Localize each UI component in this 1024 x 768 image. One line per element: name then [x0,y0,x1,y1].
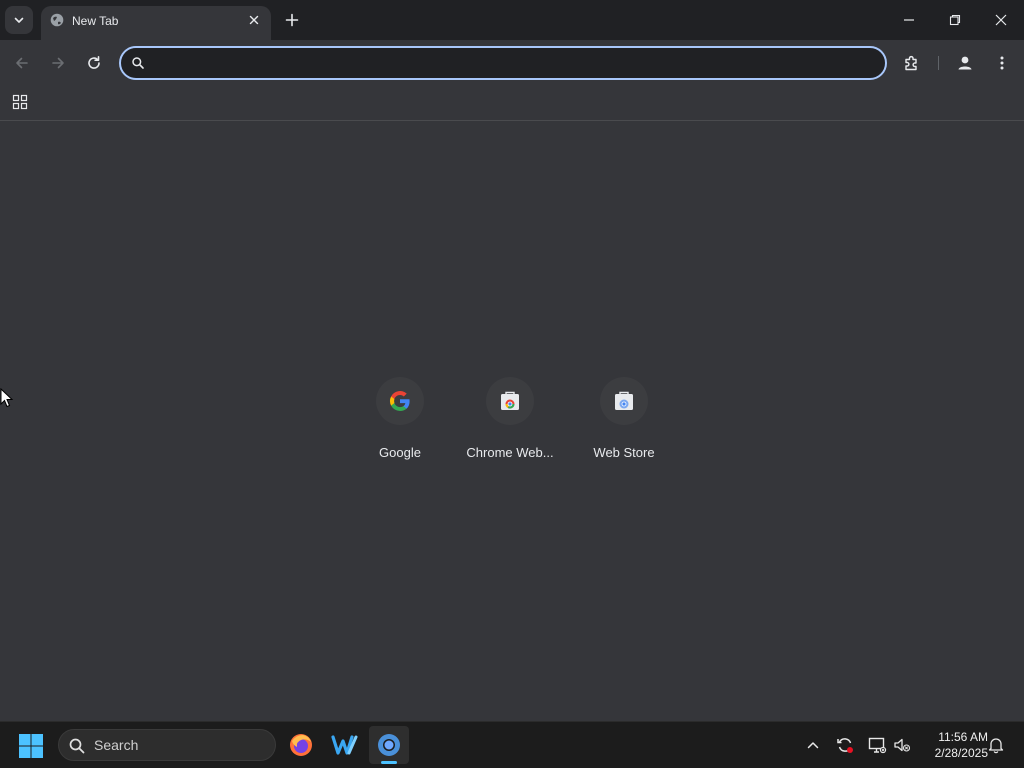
forward-button[interactable] [44,49,72,77]
chrome-icon [378,734,400,756]
bell-icon [988,738,1004,754]
arrow-right-icon [52,57,64,69]
address-input[interactable] [153,52,873,74]
restore-icon [949,14,961,26]
globe-icon [50,13,64,27]
puzzle-icon [905,55,917,71]
taskbar-search-box[interactable]: Search [58,729,276,761]
profile-icon [958,56,972,70]
minimize-icon [904,19,914,21]
menu-button[interactable] [988,49,1016,77]
shortcut-tile [486,377,534,425]
tab-title: New Tab [72,14,119,28]
taskbar-app-w[interactable] [325,726,365,764]
tab-search-button[interactable] [5,6,33,34]
bookmarks-bar [0,86,1024,121]
shortcut-tile [376,377,424,425]
app-w-icon [331,735,358,755]
web-store-icon [615,391,633,410]
tray-sync-icon-button[interactable] [835,735,855,755]
notifications-button[interactable] [986,735,1006,755]
more-vertical-icon [1000,56,1004,70]
clock-date: 2/28/2025 [934,746,988,760]
active-app-indicator [381,761,397,764]
tab-new-tab[interactable]: New Tab [41,6,271,40]
close-icon [995,14,1007,26]
search-icon [69,738,85,754]
shortcut-tile [600,377,648,425]
close-icon [249,15,259,25]
back-button[interactable] [8,49,36,77]
clock-time: 11:56 AM [938,730,988,744]
tab-close-button[interactable] [245,11,263,29]
reload-button[interactable] [80,49,108,77]
shortcut-google[interactable]: Google [344,375,456,465]
tray-overflow-button[interactable] [803,735,823,755]
arrow-left-icon [16,57,28,69]
apps-button[interactable] [8,90,32,114]
restore-button[interactable] [932,0,978,40]
volume-muted-icon [894,738,911,752]
windows-start-icon[interactable] [18,733,44,759]
shortcut-label: Web Store [593,445,655,460]
toolbar-divider [938,56,939,70]
window-close-button[interactable] [978,0,1024,40]
taskbar-search-label: Search [94,737,139,753]
minimize-button[interactable] [886,0,932,40]
sync-icon [837,738,853,753]
address-bar[interactable] [119,46,887,80]
plus-icon [285,13,299,27]
reload-icon [88,56,100,69]
chevron-up-icon [807,742,819,749]
google-icon [390,391,410,412]
search-icon [132,57,144,69]
shortcut-label: Chrome Web... [466,445,554,460]
shortcut-label: Google [379,445,421,460]
taskbar: Search 11:56 AM 2/28/2025 [0,721,1024,768]
taskbar-app-chrome[interactable] [369,726,409,764]
tray-volume-button[interactable] [892,735,912,755]
profile-button[interactable] [951,49,979,77]
apps-grid-icon [12,94,28,110]
mouse-cursor-icon [0,388,14,408]
new-tab-page: Google Chrome Web... Web Store [0,121,1024,721]
chevron-down-icon [14,17,24,23]
title-bar: New Tab [0,0,1024,40]
shortcut-chrome-web-store[interactable]: Chrome Web... [454,375,566,465]
network-icon [868,737,887,754]
shortcut-web-store[interactable]: Web Store [568,375,680,465]
extensions-button[interactable] [898,49,926,77]
taskbar-clock[interactable]: 11:56 AM 2/28/2025 [918,729,988,761]
browser-toolbar [0,40,1024,86]
new-tab-button[interactable] [280,8,304,32]
chrome-web-store-icon [501,391,519,410]
taskbar-app-firefox[interactable] [281,726,321,764]
firefox-icon [290,734,312,756]
tray-network-button[interactable] [867,735,887,755]
